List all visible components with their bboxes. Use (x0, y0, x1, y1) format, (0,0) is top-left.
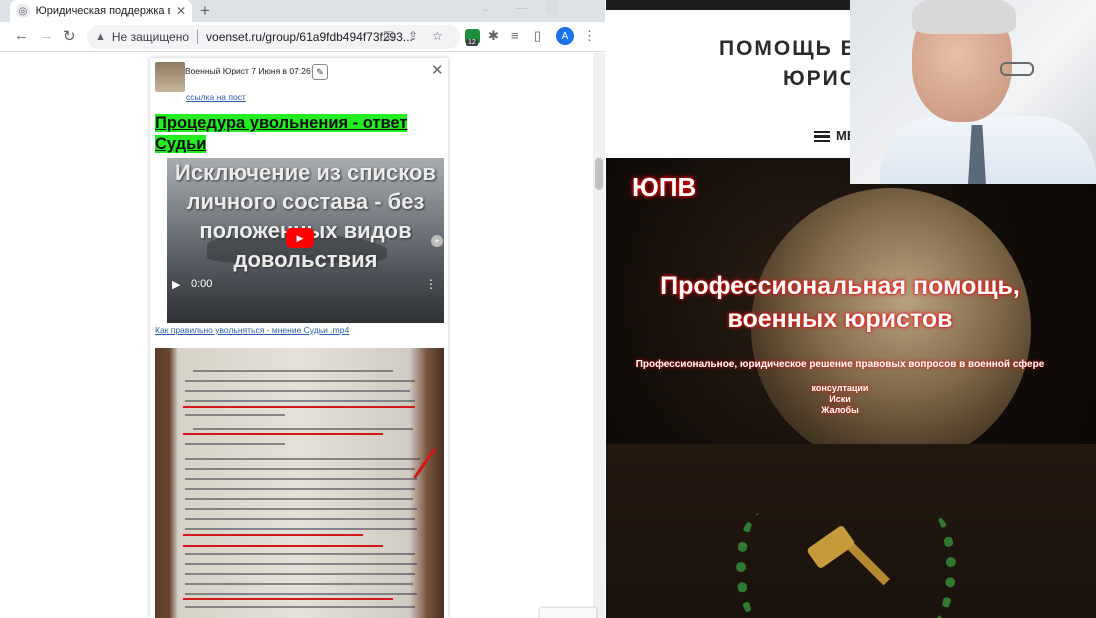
warning-icon[interactable]: ▲ (95, 31, 106, 43)
back-icon[interactable]: ← (14, 27, 29, 44)
presenter-glasses (1000, 62, 1034, 76)
star-icon[interactable]: ☆ (432, 29, 443, 43)
share-icon[interactable]: ⇪ (408, 29, 418, 43)
presenter-hair (912, 0, 1016, 34)
key-icon[interactable]: ⚿ (384, 29, 393, 44)
edit-icon[interactable]: ✎ (312, 64, 328, 80)
minimize-button[interactable]: — (515, 0, 528, 15)
post-card: Военный Юрист 7 Июня в 07:26 ✎ ✕ ссылка … (150, 58, 448, 618)
hero-subtitle: Профессиональное, юридическое решение пр… (635, 359, 1045, 370)
service-item: Иски (829, 394, 851, 404)
browser-window: ◎ Юридическая поддержка военн ✕ + ⌄ — □ … (0, 0, 605, 618)
forward-icon[interactable]: → (39, 27, 54, 44)
hamburger-icon (814, 129, 830, 145)
video-time: 0:00 (191, 278, 213, 290)
author-avatar[interactable] (155, 62, 185, 92)
dropdown-icon[interactable]: ⌄ (480, 0, 491, 16)
extension-badge: 12 (466, 39, 478, 46)
tab-close-icon[interactable]: ✕ (176, 4, 186, 18)
brand-logo-text: ЮПВ (632, 172, 697, 202)
post-author: Военный Юрист 7 Июня в 07:26 (185, 66, 311, 76)
security-label: Не защищено (111, 30, 190, 44)
video-overlay-text: Исключение из списков личного состава - … (175, 160, 436, 272)
address-bar[interactable]: ▲ Не защищено voenset.ru/group/61a9fdb49… (87, 25, 460, 49)
separator (197, 30, 199, 44)
play-icon[interactable]: ▶ (172, 278, 180, 291)
globe-icon: ◎ (16, 4, 30, 18)
tab-strip: ◎ Юридическая поддержка военн ✕ + ⌄ — □ (0, 0, 605, 22)
new-tab-button[interactable]: + (200, 1, 210, 21)
expand-icon[interactable]: + (431, 235, 443, 247)
hero-lower-section (606, 444, 1096, 618)
video-caption[interactable]: Как правильно увольняться - мнение Судьи… (155, 325, 349, 335)
post-title: Процедура увольнения - ответ Судьи (155, 113, 431, 155)
menu-dots-icon[interactable]: ⋮ (583, 28, 596, 44)
media-icon[interactable]: ≡ (511, 28, 519, 43)
post-title-text: Процедура увольнения - ответ Судьи (155, 114, 408, 153)
scroll-thumb[interactable] (595, 158, 603, 190)
puzzle-icon[interactable]: ✱ (488, 28, 499, 44)
site-header-line2: ЮРИС (783, 67, 857, 90)
url-text: voenset.ru/group/61a9fdb494f73f293... (206, 30, 413, 44)
service-item: Жалобы (821, 405, 859, 415)
recaptcha-badge[interactable] (540, 608, 596, 618)
hero-banner: ЮПВ Профессиональная помощь, военных юри… (606, 158, 1096, 618)
close-icon[interactable]: ✕ (431, 61, 444, 79)
profile-avatar[interactable]: A (556, 27, 574, 45)
presenter-shirt (880, 116, 1096, 184)
service-item: консултации (811, 383, 869, 393)
tab-title: Юридическая поддержка военн (35, 5, 170, 17)
reload-icon[interactable]: ↻ (63, 27, 76, 45)
post-link[interactable]: ссылка на пост (186, 92, 246, 102)
video-player[interactable]: Исключение из списков личного состава - … (167, 158, 444, 323)
youtube-play-icon[interactable]: ▶ (286, 228, 314, 248)
webcam-overlay (850, 0, 1096, 184)
maximize-button[interactable]: □ (548, 0, 556, 15)
document-photo[interactable] (155, 348, 444, 618)
video-menu-icon[interactable]: ⋮ (425, 277, 437, 291)
active-tab[interactable]: ◎ Юридическая поддержка военн ✕ (10, 0, 192, 22)
red-arrow (413, 448, 436, 479)
laurel-wreath-left (736, 513, 786, 618)
site-header-line1: ПОМОЩЬ В (719, 37, 858, 60)
hero-title: Профессиональная помощь, военных юристов (660, 272, 1020, 333)
laurel-wreath-right (906, 513, 956, 618)
screen: ◎ Юридическая поддержка военн ✕ + ⌄ — □ … (0, 0, 1096, 618)
sidepanel-icon[interactable]: ▯ (534, 28, 541, 44)
browser-toolbar: ← → ↻ ▲ Не защищено voenset.ru/group/61a… (0, 22, 605, 52)
scrollbar[interactable] (593, 53, 605, 618)
